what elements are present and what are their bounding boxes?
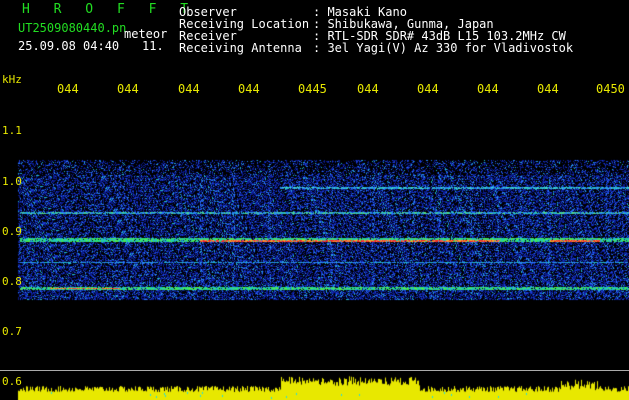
filename: UT2509080440.pn [18, 21, 127, 35]
time-tick: 044 [537, 82, 559, 96]
time-tick: 044 [238, 82, 260, 96]
freq-tick: 0.8 [2, 275, 22, 288]
info-value-antenna: : 3el Yagi(V) Az 330 for Vladivostok [313, 41, 574, 55]
unit-label: kHz [2, 73, 22, 86]
time-tick: 044 [117, 82, 139, 96]
time-tick: 044 [477, 82, 499, 96]
time-tick: 044 [178, 82, 200, 96]
time-tick: 044 [357, 82, 379, 96]
time-tick: 0450 [596, 82, 625, 96]
level-ruler [0, 370, 629, 371]
counter: 11. [142, 39, 164, 53]
time-tick: 044 [417, 82, 439, 96]
freq-tick: 0.7 [2, 325, 22, 338]
program-title: H R O F F T [22, 2, 197, 17]
spectrogram-canvas [0, 0, 629, 400]
freq-tick: 0.9 [2, 225, 22, 238]
info-key-antenna: Receiving Antenna [179, 41, 302, 55]
freq-tick: 1.1 [2, 124, 22, 137]
freq-tick: 0.6 [2, 375, 22, 388]
time-tick: 0445 [298, 82, 327, 96]
freq-tick: 1.0 [2, 175, 22, 188]
datetime: 25.09.08 04:40 [18, 39, 120, 53]
time-tick: 044 [57, 82, 79, 96]
